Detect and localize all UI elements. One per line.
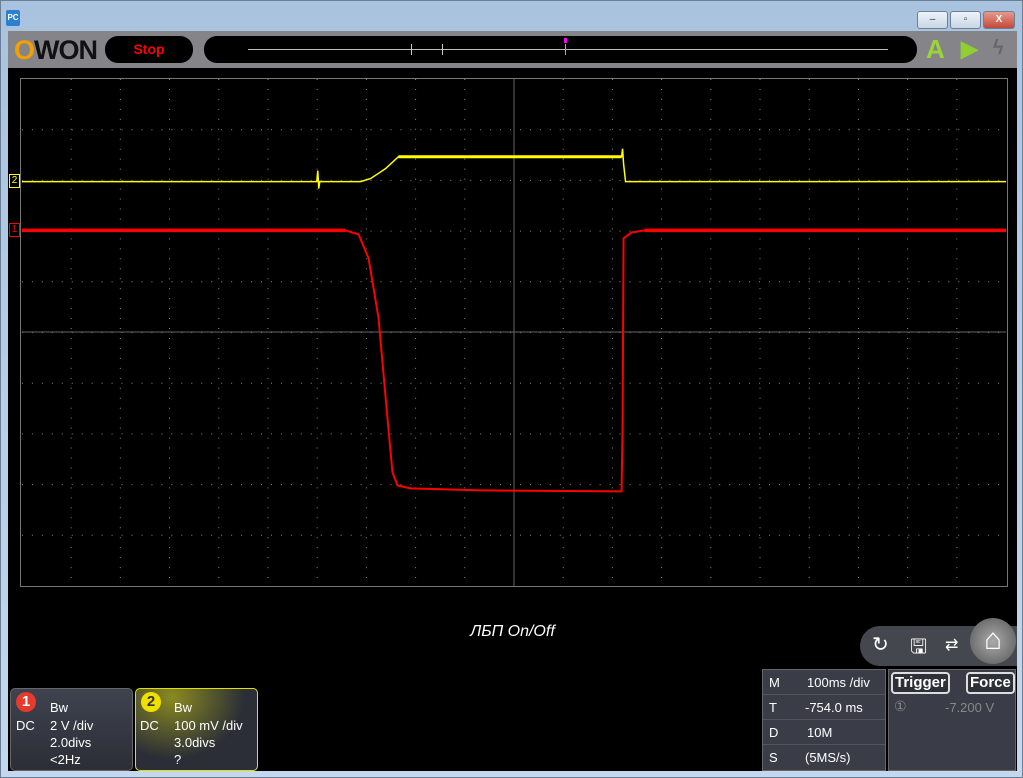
home-icon[interactable]: ⌂ xyxy=(970,618,1016,664)
trigger-position-marker[interactable] xyxy=(565,44,566,55)
close-button[interactable]: X xyxy=(983,11,1015,29)
timebase-panel[interactable]: M 100ms /div T -754.0 ms D 10M S (5MS/s) xyxy=(762,669,886,771)
trigger-panel: Trigger Force ① -7.200 V xyxy=(888,669,1016,771)
memory-depth: 10M xyxy=(807,725,833,740)
ch1-frequency: <2Hz xyxy=(50,752,81,767)
ch2-info-panel[interactable]: 2 Bw DC 100 mV /div 3.0divs ? xyxy=(135,688,258,771)
swap-icon[interactable]: ⇄ xyxy=(945,635,958,655)
ch2-frequency: ? xyxy=(174,752,182,767)
trigger-source: ① xyxy=(894,698,907,714)
play-icon[interactable]: ▶ xyxy=(961,36,978,62)
timebase-row: T -754.0 ms xyxy=(763,695,885,720)
ch2-scale: 100 mV /div xyxy=(174,718,243,733)
trigger-time: -754.0 ms xyxy=(805,700,863,715)
scope-screen: 2 1 ЛБП On/Off ↻ 🖫 ⇄ ⌂ 1 Bw DC 2 V /div … xyxy=(8,68,1017,771)
minimize-button[interactable]: – xyxy=(917,11,948,29)
save-icon[interactable]: 🖫 xyxy=(910,632,927,666)
memory-position-bar[interactable] xyxy=(204,36,917,63)
trigger-level: -7.200 V xyxy=(945,700,995,715)
horizontal-scale: 100ms /div xyxy=(807,675,870,690)
ch1-offset-marker[interactable]: 1 xyxy=(9,223,20,237)
window-end-marker xyxy=(442,44,443,55)
timebase-row: D 10M xyxy=(763,720,885,745)
restore-button[interactable]: ▫ xyxy=(950,11,981,29)
ch2-coupling: DC xyxy=(140,718,159,733)
force-button[interactable]: Force xyxy=(966,672,1015,694)
app-icon: PC xyxy=(6,10,20,26)
auto-icon[interactable]: A xyxy=(926,34,945,65)
ch2-badge: 2 xyxy=(141,692,161,712)
ch1-info-panel[interactable]: 1 Bw DC 2 V /div 2.0divs <2Hz xyxy=(10,688,133,771)
toolbar: OWON Stop A ▶ ϟ xyxy=(8,31,1017,68)
owon-logo: OWON xyxy=(14,35,98,65)
sample-rate: (5MS/s) xyxy=(805,750,851,765)
waveform-display[interactable] xyxy=(20,78,1008,587)
lightning-icon[interactable]: ϟ xyxy=(993,37,1004,60)
timebase-row: S (5MS/s) xyxy=(763,745,885,770)
window-start-marker xyxy=(411,44,412,55)
trigger-pointer xyxy=(564,38,567,43)
ch2-bandwidth: Bw xyxy=(174,700,193,715)
ch1-position: 2.0divs xyxy=(50,735,92,750)
run-stop-button[interactable]: Stop xyxy=(105,36,193,63)
timebase-row: M 100ms /div xyxy=(763,670,885,695)
ch2-position: 3.0divs xyxy=(174,735,216,750)
ch2-offset-marker[interactable]: 2 xyxy=(9,174,20,188)
oscilloscope-window: PC – ▫ X OWON Stop A ▶ ϟ 2 1 ЛБП On/Off xyxy=(0,0,1023,778)
trigger-button[interactable]: Trigger xyxy=(891,672,950,694)
ch1-bandwidth: Bw xyxy=(50,700,69,715)
ch1-scale: 2 V /div xyxy=(50,718,94,733)
ch1-coupling: DC xyxy=(16,718,35,733)
ch1-badge: 1 xyxy=(16,692,36,712)
auto-scale-icon[interactable]: ↻ xyxy=(872,632,889,657)
